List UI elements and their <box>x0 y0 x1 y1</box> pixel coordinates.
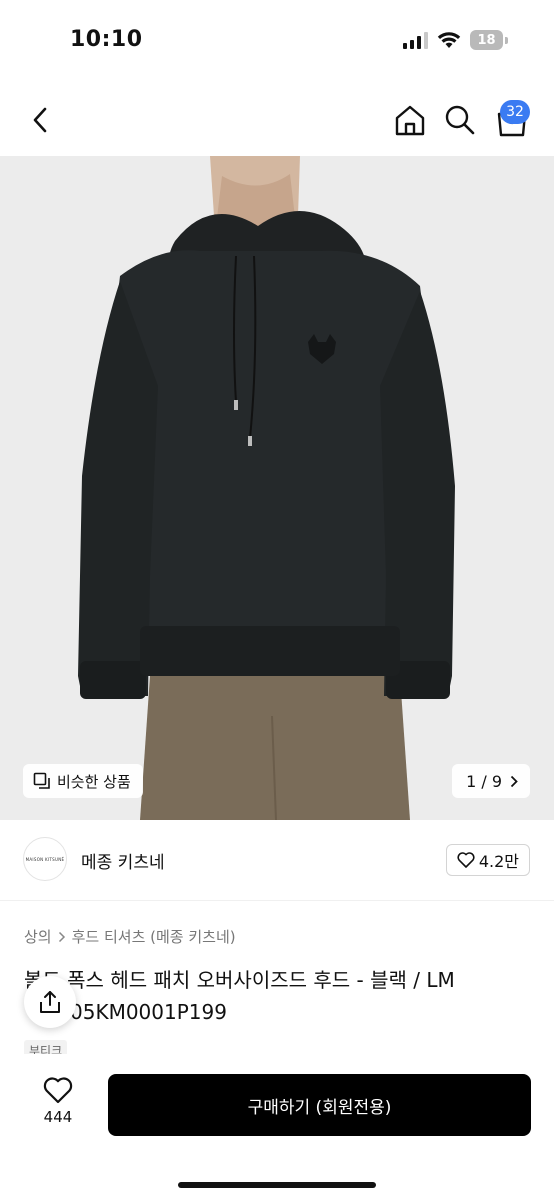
heart-icon <box>457 852 475 868</box>
cart-count-badge: 32 <box>500 100 530 124</box>
product-title: 볼드 폭스 헤드 패치 오버사이즈드 후드 - 블랙 / LM 05KM0001… <box>24 964 534 1028</box>
search-icon <box>445 105 475 135</box>
heart-icon <box>43 1077 73 1104</box>
brand-logo: MAISON KITSUNÉ <box>23 837 67 881</box>
search-button[interactable] <box>442 102 478 138</box>
image-page-indicator[interactable]: 1 / 9 <box>452 764 530 798</box>
chevron-right-icon <box>510 775 518 787</box>
brand-logo-text: MAISON KITSUNÉ <box>25 856 65 862</box>
home-indicator <box>178 1182 376 1188</box>
status-bar: 10:10 18 <box>0 0 554 84</box>
wifi-icon <box>437 32 461 48</box>
share-button[interactable] <box>24 976 76 1028</box>
status-icons: 18 <box>403 30 508 50</box>
product-image[interactable] <box>0 156 554 820</box>
wishlist-button[interactable]: 444 <box>30 1076 86 1136</box>
breadcrumb: 상의 후드 티셔츠 (메종 키츠네) <box>24 926 236 947</box>
product-title-line-1: 볼드 폭스 헤드 패치 오버사이즈드 후드 - 블랙 / LM <box>24 968 455 992</box>
breadcrumb-category[interactable]: 상의 <box>24 926 52 947</box>
home-icon <box>395 105 425 136</box>
brand-row[interactable]: MAISON KITSUNÉ 메종 키츠네 4.2만 <box>0 820 554 900</box>
cellular-signal-icon <box>403 31 428 49</box>
copy-icon <box>33 772 50 789</box>
home-button[interactable] <box>392 102 428 138</box>
chevron-left-icon <box>33 107 47 133</box>
battery-icon: 18 <box>470 30 508 50</box>
similar-products-button[interactable]: 비슷한 상품 <box>23 764 143 798</box>
breadcrumb-subcategory[interactable]: 후드 티셔츠 (메종 키츠네) <box>72 926 236 947</box>
product-title-line-2: 05KM0001P199 <box>70 1000 227 1024</box>
status-time: 10:10 <box>70 27 143 52</box>
chevron-right-icon <box>58 931 65 942</box>
similar-products-label: 비슷한 상품 <box>57 772 131 791</box>
brand-like-count: 4.2만 <box>478 852 519 871</box>
buy-button[interactable]: 구매하기 (회원전용) <box>108 1074 531 1136</box>
brand-like-button[interactable]: 4.2만 <box>445 844 530 876</box>
share-icon <box>40 991 60 1013</box>
back-button[interactable] <box>22 102 58 138</box>
bottom-action-bar: 444 구매하기 (회원전용) <box>0 1054 554 1200</box>
battery-level: 18 <box>470 30 503 50</box>
product-photo-hoodie <box>0 156 554 820</box>
page-indicator-text: 1 / 9 <box>466 771 502 791</box>
divider <box>0 900 554 901</box>
brand-name[interactable]: 메종 키츠네 <box>81 848 165 873</box>
wishlist-count: 444 <box>43 1108 73 1126</box>
top-nav <box>0 84 554 156</box>
